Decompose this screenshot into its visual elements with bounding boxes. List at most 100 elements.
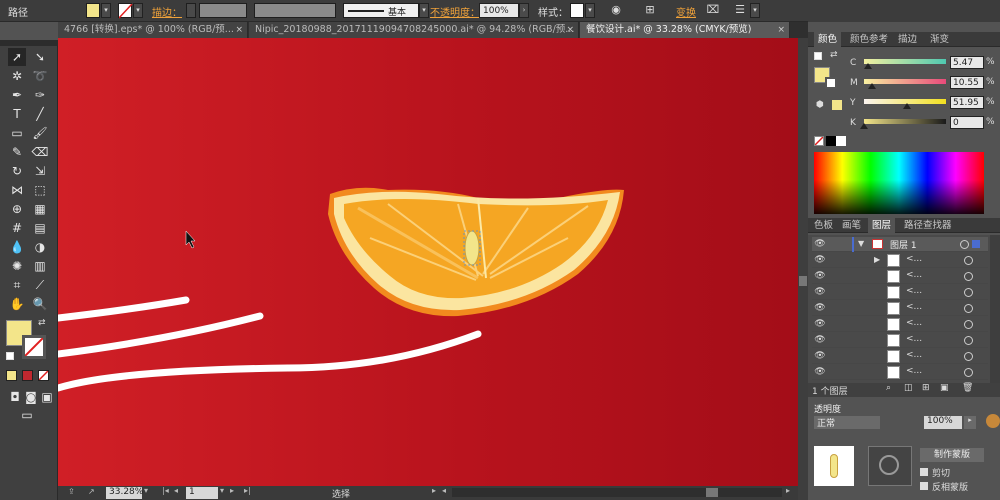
make-mask-button[interactable]: 制作蒙版 xyxy=(920,448,984,462)
sublayer-row[interactable]: 👁 <... xyxy=(812,317,988,332)
slider-track[interactable] xyxy=(864,59,946,64)
menu-dropdown[interactable]: ▾ xyxy=(750,3,760,18)
none-swatch[interactable] xyxy=(814,136,824,146)
gradient-tool-icon[interactable]: ▤ xyxy=(31,219,49,237)
layers-scrollbar[interactable] xyxy=(990,235,1000,383)
stroke-color-box[interactable] xyxy=(22,335,46,359)
clip-checkbox[interactable] xyxy=(920,468,928,476)
pen-tool-icon[interactable]: ✒ xyxy=(8,86,26,104)
hscroll-right-button[interactable]: ▸ xyxy=(786,486,790,495)
vscroll-thumb[interactable] xyxy=(799,276,807,286)
sublayer-name[interactable]: <... xyxy=(906,350,922,360)
stroke-weight-field[interactable] xyxy=(199,3,247,18)
tab-color[interactable]: 颜色 xyxy=(814,32,842,47)
zoom-field[interactable]: 33.28% xyxy=(106,487,143,499)
line-tool-icon[interactable]: ╱ xyxy=(31,105,49,123)
clipping-mask-icon[interactable]: ◫ xyxy=(904,383,913,393)
sublayer-name[interactable]: <... xyxy=(906,318,922,328)
pencil-tool-icon[interactable]: ✎ xyxy=(8,143,26,161)
variable-width-field[interactable] xyxy=(254,3,336,18)
sublayer-row[interactable]: 👁 <... xyxy=(812,269,988,284)
motion-line-2[interactable] xyxy=(58,312,264,358)
zoom-tool-icon[interactable]: 🔍 xyxy=(31,295,49,313)
eraser-tool-icon[interactable]: ⌫ xyxy=(31,143,49,161)
mesh-tool-icon[interactable]: # xyxy=(8,219,26,237)
status-menu-arrow[interactable]: ▸ xyxy=(432,486,436,495)
stroke-label[interactable]: 描边： xyxy=(152,4,182,19)
target-icon[interactable] xyxy=(964,304,973,313)
width-tool-icon[interactable]: ⋈ xyxy=(8,181,26,199)
export-icon[interactable]: ⇪ xyxy=(68,487,78,497)
motion-line-1[interactable] xyxy=(58,296,190,322)
zoom-dropdown[interactable]: ▾ xyxy=(144,486,148,495)
tab-stroke[interactable]: 描边 xyxy=(894,32,921,47)
align-icon[interactable]: ⊞ xyxy=(642,3,658,18)
hand-tool-icon[interactable]: ✋ xyxy=(8,295,26,313)
transform-link[interactable]: 变换 xyxy=(676,4,696,19)
color-mode-button[interactable] xyxy=(6,370,17,381)
next-artboard-button[interactable]: ▸ xyxy=(230,486,234,495)
selected-seed[interactable] xyxy=(464,230,480,266)
slider-value-field[interactable]: 0 xyxy=(950,116,984,129)
blend-tool-icon[interactable]: ◑ xyxy=(31,238,49,256)
slice-tool-icon[interactable]: ⟋ xyxy=(31,276,49,294)
graphic-style-dropdown[interactable]: ▾ xyxy=(585,3,595,18)
color-spectrum[interactable] xyxy=(814,152,984,214)
target-icon[interactable] xyxy=(960,240,969,249)
slider-thumb[interactable] xyxy=(868,83,877,89)
fill-swatch[interactable] xyxy=(86,3,100,18)
blend-mode-select[interactable]: 正常 xyxy=(814,416,880,429)
slider-track[interactable] xyxy=(864,79,946,84)
target-icon[interactable] xyxy=(964,320,973,329)
layer-row-main[interactable]: 👁 ▼ 图层 1 xyxy=(812,237,988,252)
sublayer-name[interactable]: <... xyxy=(906,254,922,264)
selection-tool-icon[interactable]: ➚ xyxy=(8,48,26,66)
stroke-swatch[interactable] xyxy=(118,3,133,19)
tab-doc-2[interactable]: Nipic_20180988_20171119094708245000.ai* … xyxy=(249,22,579,38)
opacity-label[interactable]: 不透明度： xyxy=(430,4,480,19)
scale-tool-icon[interactable]: ⇲ xyxy=(31,162,49,180)
artboard-tool-icon[interactable]: ⌗ xyxy=(8,276,26,294)
target-icon[interactable] xyxy=(964,352,973,361)
last-artboard-button[interactable]: ▸| xyxy=(244,486,251,495)
recolor-icon[interactable]: ◉ xyxy=(608,3,624,18)
slider-track[interactable] xyxy=(864,119,946,124)
rectangle-tool-icon[interactable]: ▭ xyxy=(8,124,26,142)
invert-mask-checkbox[interactable] xyxy=(920,482,928,490)
horizontal-scrollbar[interactable] xyxy=(452,488,782,497)
gradient-mode-button[interactable] xyxy=(22,370,33,381)
mask-thumbnail[interactable] xyxy=(868,446,912,486)
stroke-style-field[interactable]: 基本 xyxy=(343,3,419,18)
chevron-down-icon[interactable]: ▼ xyxy=(858,239,864,248)
eye-icon[interactable]: 👁 xyxy=(814,255,826,266)
tab-doc-1[interactable]: 4766 [转换].eps* @ 100% (RGB/预... × xyxy=(58,22,248,38)
new-layer-icon[interactable]: ▣ xyxy=(940,383,949,393)
hscroll-thumb[interactable] xyxy=(706,488,718,497)
first-artboard-button[interactable]: |◂ xyxy=(162,486,169,495)
sublayer-row[interactable]: 👁 <... xyxy=(812,301,988,316)
sublayer-row[interactable]: 👁 ▶ <... xyxy=(812,253,988,268)
slider-thumb[interactable] xyxy=(864,63,873,69)
target-icon[interactable] xyxy=(964,336,973,345)
curvature-tool-icon[interactable]: ✑ xyxy=(31,86,49,104)
sublayer-name[interactable]: <... xyxy=(906,286,922,296)
close-icon[interactable]: × xyxy=(235,22,243,38)
close-icon[interactable]: × xyxy=(777,22,785,38)
hscroll-left-button[interactable]: ◂ xyxy=(442,486,446,495)
eye-icon[interactable]: 👁 xyxy=(814,271,826,282)
lasso-tool-icon[interactable]: ➰ xyxy=(31,67,49,85)
symbol-sprayer-tool-icon[interactable]: ✺ xyxy=(8,257,26,275)
target-icon[interactable] xyxy=(964,272,973,281)
paintbrush-tool-icon[interactable]: 🖌 xyxy=(31,124,49,142)
eye-icon[interactable]: 👁 xyxy=(814,239,826,250)
trash-icon[interactable]: 🗑 xyxy=(962,383,973,393)
isolate-icon[interactable]: ⌧ xyxy=(705,3,721,18)
none-mode-button[interactable] xyxy=(38,370,49,381)
magic-wand-tool-icon[interactable]: ✲ xyxy=(8,67,26,85)
eye-icon[interactable]: 👁 xyxy=(814,287,826,298)
tab-gradient[interactable]: 渐变 xyxy=(926,32,953,47)
eye-icon[interactable]: 👁 xyxy=(814,351,826,362)
screen-mode-icon[interactable]: ▭ xyxy=(18,406,36,424)
eye-icon[interactable]: 👁 xyxy=(814,303,826,314)
slider-value-field[interactable]: 5.47 xyxy=(950,56,984,69)
